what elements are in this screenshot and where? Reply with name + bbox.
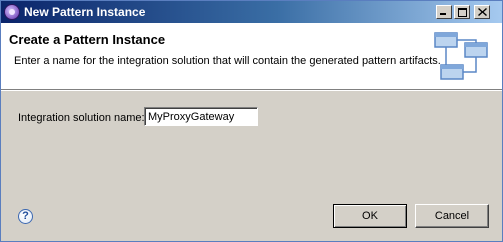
header-divider-highlight — [1, 90, 502, 91]
page-description: Enter a name for the integration solutio… — [14, 55, 441, 67]
ok-button[interactable]: OK — [333, 204, 407, 228]
help-icon[interactable]: ? — [18, 209, 33, 224]
solution-name-label: Integration solution name: — [18, 112, 145, 124]
pattern-diagram-icon — [434, 32, 488, 80]
close-button[interactable] — [474, 5, 490, 19]
cancel-button[interactable]: Cancel — [415, 204, 489, 228]
minimize-button[interactable] — [436, 5, 452, 19]
window-title: New Pattern Instance — [24, 5, 146, 19]
page-title: Create a Pattern Instance — [9, 32, 166, 47]
solution-name-input[interactable] — [144, 107, 258, 126]
title-bar[interactable]: New Pattern Instance — [1, 1, 502, 23]
maximize-button[interactable] — [454, 5, 470, 19]
close-icon — [478, 8, 487, 16]
wizard-header: Create a Pattern Instance Enter a name f… — [1, 23, 502, 89]
dialog-window: New Pattern Instance Create a Pattern In… — [0, 0, 503, 242]
pattern-app-icon — [4, 4, 20, 20]
